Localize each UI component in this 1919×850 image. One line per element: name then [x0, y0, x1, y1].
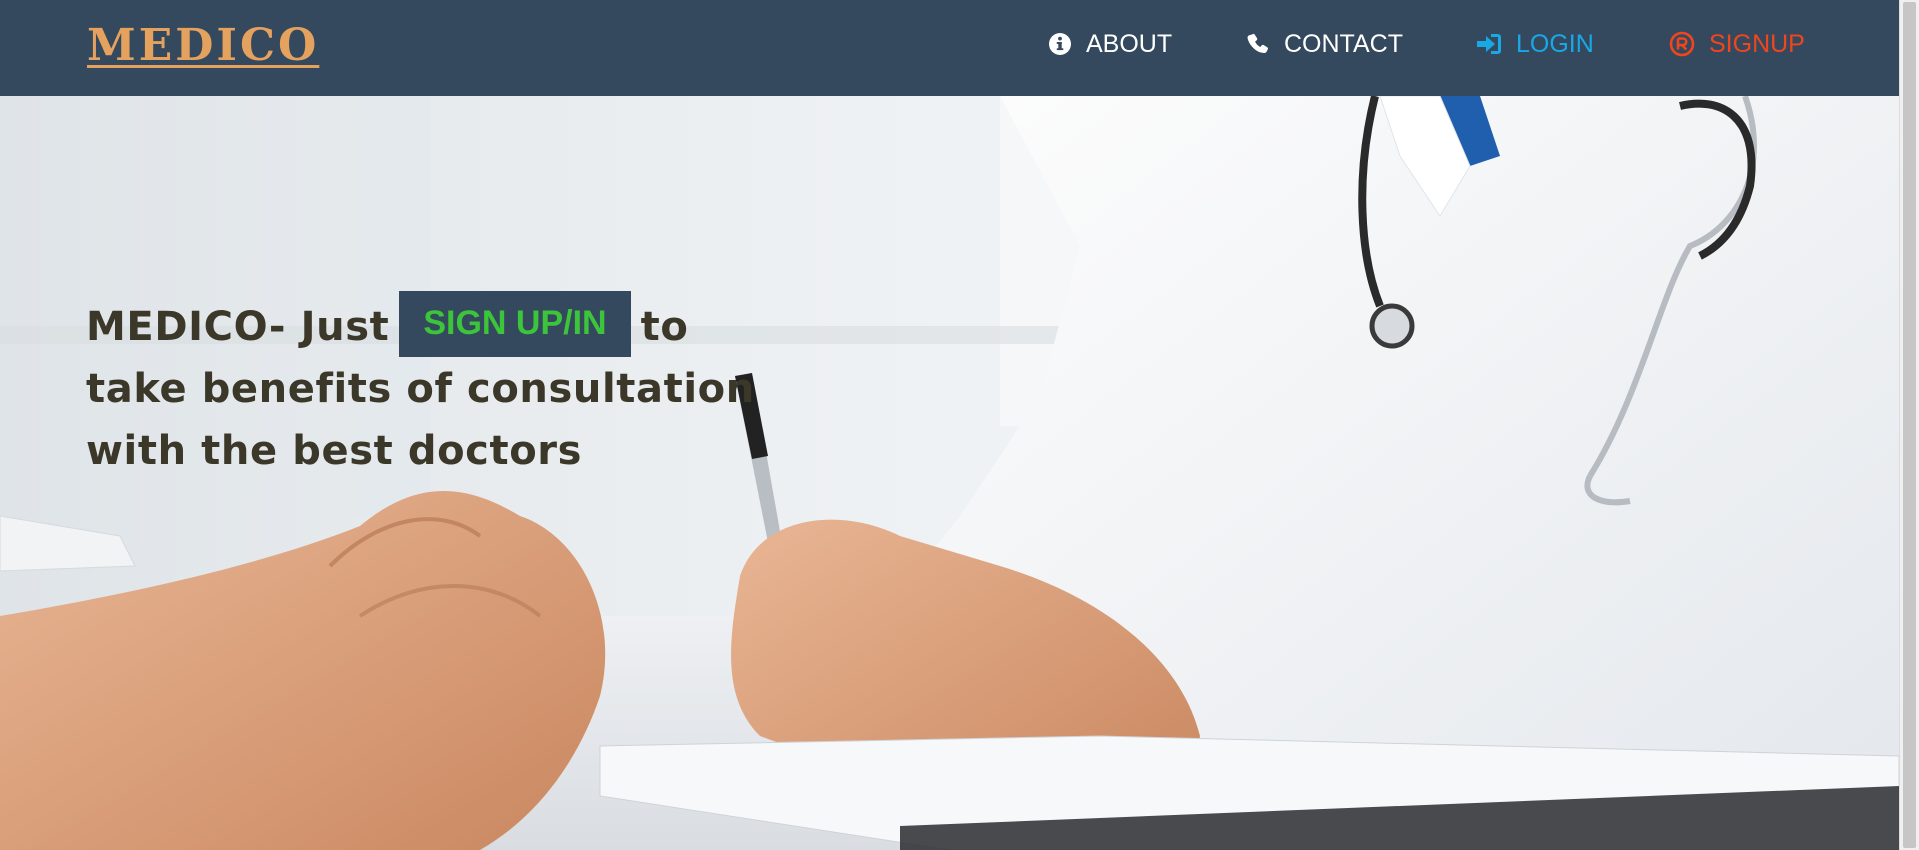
info-circle-icon: [1049, 33, 1071, 55]
hero-line-2: take benefits of consultation: [86, 366, 755, 412]
nav-login-label: LOGIN: [1516, 29, 1594, 58]
hero-section: MEDICO- Just SIGN UP/IN to take benefits o…: [0, 96, 1899, 850]
navbar: MEDICO ABOUT CONTACT LOGIN SIGNUP: [0, 0, 1899, 96]
nav-about-link[interactable]: ABOUT: [1048, 28, 1172, 60]
hero-text-before: MEDICO- Just: [86, 304, 390, 350]
signup-signin-button[interactable]: SIGN UP/IN: [399, 291, 631, 357]
hero-text-after: to: [640, 304, 689, 350]
nav-contact-link[interactable]: CONTACT: [1246, 28, 1403, 60]
phone-icon: [1247, 33, 1268, 54]
hero-line-1: MEDICO- Just SIGN UP/IN to: [86, 291, 766, 358]
vertical-scrollbar[interactable]: [1899, 0, 1919, 850]
nav-signup-link[interactable]: SIGNUP: [1669, 28, 1805, 60]
nav-about-label: ABOUT: [1086, 29, 1173, 58]
nav-signup-label: SIGNUP: [1709, 29, 1805, 58]
nav-login-link[interactable]: LOGIN: [1476, 28, 1594, 60]
scrollbar-thumb[interactable]: [1903, 2, 1916, 848]
brand-logo[interactable]: MEDICO: [87, 20, 319, 71]
registered-icon: [1669, 31, 1695, 57]
hero-heading: MEDICO- Just SIGN UP/IN to take benefits o…: [86, 291, 766, 482]
hero-line-3: with the best doctors: [86, 428, 583, 474]
nav-contact-label: CONTACT: [1284, 29, 1403, 58]
sign-in-icon: [1477, 34, 1501, 54]
